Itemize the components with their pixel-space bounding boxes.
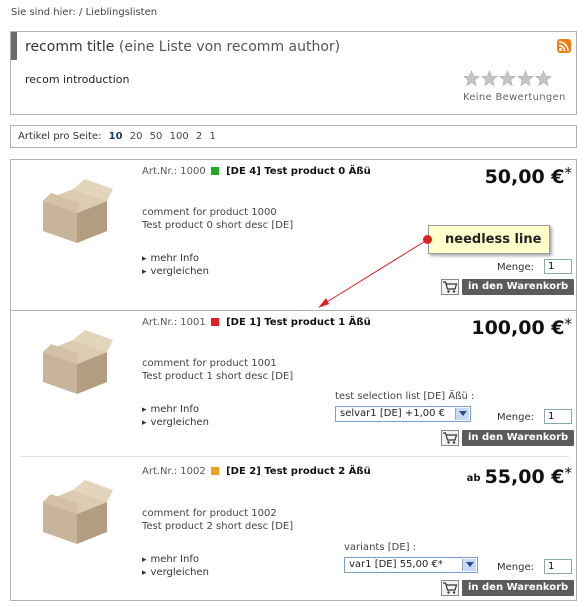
chevron-down-icon[interactable] — [455, 408, 469, 420]
variants-label: variants [DE] : — [344, 542, 417, 553]
more-info-link[interactable]: mehr Info — [142, 404, 199, 415]
article-number-label: Art.Nr.: — [142, 466, 178, 477]
items-per-page: Artikel pro Seite: 10 20 50 100 2 1 — [10, 125, 577, 148]
compare-link[interactable]: vergleichen — [142, 567, 209, 578]
rss-icon[interactable] — [557, 39, 571, 53]
selection-list-dropdown[interactable]: selvar1 [DE] +1,00 € — [335, 406, 471, 422]
quantity-input[interactable] — [544, 409, 572, 424]
quantity-label: Menge: — [497, 412, 534, 423]
product-image[interactable] — [37, 326, 115, 396]
chevron-down-icon[interactable] — [462, 559, 476, 571]
per-page-option[interactable]: 10 — [109, 131, 123, 142]
star-icon[interactable] — [535, 70, 552, 87]
item-divider — [21, 456, 569, 457]
article-number-value: 1000 — [180, 166, 206, 177]
variants-dropdown[interactable]: var1 [DE] 55,00 €* — [344, 557, 478, 573]
compare-link[interactable]: vergleichen — [142, 266, 209, 277]
rating-text: Keine Bewertungen — [463, 92, 566, 103]
product-comment: comment for product 1000 — [142, 207, 277, 218]
stock-status-indicator — [210, 467, 219, 475]
annotation-dot-icon — [423, 235, 432, 244]
selection-value: var1 [DE] 55,00 €* — [349, 559, 443, 570]
product-price: ab 55,00 €* — [467, 464, 572, 488]
title-accent-bar — [11, 32, 17, 60]
per-page-label: Artikel pro Seite: — [18, 131, 102, 142]
article-number: Art.Nr.: 1001 [DE 1] Test product 1 Äßü — [142, 317, 371, 328]
product-name[interactable]: [DE 2] Test product 2 Äßü — [226, 466, 371, 477]
list-header: recomm title (eine Liste von recomm auth… — [10, 31, 577, 115]
list-author: (eine Liste von recomm author) — [118, 39, 341, 55]
more-info-link[interactable]: mehr Info — [142, 554, 199, 565]
product-short-desc: Test product 0 short desc [DE] — [142, 220, 294, 231]
star-icon[interactable] — [499, 70, 516, 87]
cart-icon[interactable] — [441, 279, 459, 295]
breadcrumb: Sie sind hier: / Lieblingslisten — [11, 7, 158, 18]
list-introduction: recom introduction — [25, 73, 130, 86]
quantity-label: Menge: — [497, 562, 534, 573]
star-icon[interactable] — [463, 70, 480, 87]
list-title-text: recomm title — [25, 39, 115, 55]
product-name[interactable]: [DE 1] Test product 1 Äßü — [226, 317, 371, 328]
product-image[interactable] — [37, 476, 115, 546]
article-number: Art.Nr.: 1000 [DE 4] Test product 0 Äßü — [142, 166, 371, 177]
product-description: comment for product 1000 Test product 0 … — [142, 206, 293, 232]
group-divider — [11, 310, 576, 311]
product-short-desc: Test product 1 short desc [DE] — [142, 371, 294, 382]
article-number-label: Art.Nr.: — [142, 317, 178, 328]
price-value: 55,00 € — [484, 466, 565, 488]
price-prefix: ab — [466, 473, 481, 484]
product-description: comment for product 1001 Test product 1 … — [142, 357, 293, 383]
product-name[interactable]: [DE 4] Test product 0 Äßü — [226, 166, 371, 177]
annotation-text: needless line — [445, 232, 542, 247]
quantity-input[interactable] — [544, 259, 572, 274]
annotation-callout: needless line — [428, 225, 550, 254]
star-icon[interactable] — [481, 70, 498, 87]
product-price: 50,00 €* — [485, 164, 572, 188]
cart-icon[interactable] — [441, 430, 459, 446]
product-comment: comment for product 1002 — [142, 508, 277, 519]
product-comment: comment for product 1001 — [142, 358, 277, 369]
per-page-option[interactable]: 100 — [170, 131, 189, 142]
article-number-value: 1001 — [180, 317, 206, 328]
selection-value: selvar1 [DE] +1,00 € — [340, 408, 446, 419]
product-short-desc: Test product 2 short desc [DE] — [142, 521, 294, 532]
product-price: 100,00 €* — [471, 315, 572, 339]
add-to-cart-button[interactable]: in den Warenkorb — [462, 430, 575, 446]
per-page-option[interactable]: 50 — [150, 131, 163, 142]
price-value: 100,00 € — [471, 317, 565, 339]
add-to-cart-button[interactable]: in den Warenkorb — [462, 279, 575, 295]
per-page-option[interactable]: 1 — [209, 131, 215, 142]
article-number-label: Art.Nr.: — [142, 166, 178, 177]
quantity-input[interactable] — [544, 559, 572, 574]
compare-link[interactable]: vergleichen — [142, 417, 209, 428]
rating-stars[interactable] — [463, 70, 552, 87]
stock-status-indicator — [210, 167, 219, 175]
product-image[interactable] — [37, 175, 115, 245]
more-info-link[interactable]: mehr Info — [142, 253, 199, 264]
price-footnote-mark: * — [564, 464, 573, 482]
per-page-option[interactable]: 20 — [130, 131, 143, 142]
star-icon[interactable] — [517, 70, 534, 87]
article-number: Art.Nr.: 1002 [DE 2] Test product 2 Äßü — [142, 466, 371, 477]
price-footnote-mark: * — [564, 164, 573, 182]
cart-icon[interactable] — [441, 580, 459, 596]
price-footnote-mark: * — [564, 315, 573, 333]
stock-status-indicator — [210, 318, 219, 326]
per-page-option[interactable]: 2 — [196, 131, 202, 142]
list-title: recomm title (eine Liste von recomm auth… — [25, 39, 340, 55]
product-description: comment for product 1002 Test product 2 … — [142, 507, 293, 533]
price-value: 50,00 € — [484, 166, 565, 188]
quantity-label: Menge: — [497, 262, 534, 273]
add-to-cart-button[interactable]: in den Warenkorb — [462, 580, 575, 596]
selection-list-label: test selection list [DE] Äßü : — [335, 391, 475, 402]
article-number-value: 1002 — [180, 466, 206, 477]
